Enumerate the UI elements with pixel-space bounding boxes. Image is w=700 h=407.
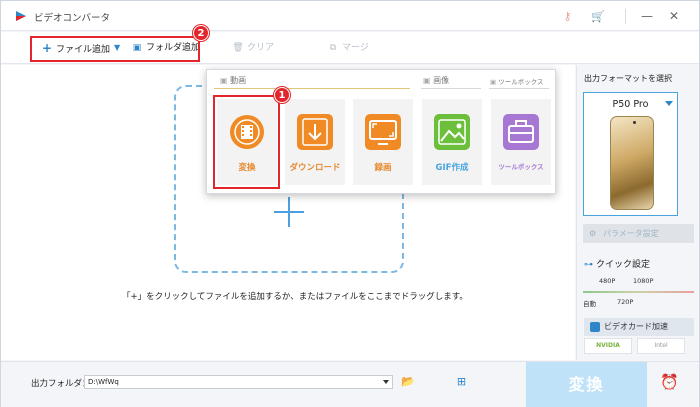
titlebar-separator <box>625 9 626 24</box>
app-window: ビデオコンバータ ⚷ 🛒 — ✕ + ファイル追加 ▼ ▣ フォルダ追加 🗑 クリア … <box>0 0 700 407</box>
screen-record-icon <box>365 114 401 150</box>
output-format-panel: 出力フォーマットを選択 P50 Pro ⚙ パラメータ設定 ⊶ クイック設定 480… <box>576 65 699 360</box>
section-video-line <box>214 88 410 89</box>
quick-settings-label: クイック設定 <box>596 260 651 270</box>
tile-gif[interactable]: GIF作成 <box>422 99 482 185</box>
section-video: ▣ 動画 <box>220 76 247 85</box>
tile-toolbox[interactable]: ツールボックス <box>491 99 551 185</box>
tile-toolbox-label: ツールボックス <box>498 163 544 171</box>
section-toolbox: ▣ ツールボックス <box>490 78 544 86</box>
title-bar: ビデオコンバータ ⚷ 🛒 — ✕ <box>1 1 699 31</box>
output-folder-label: 出力フォルダ： <box>31 379 91 389</box>
highlight-box-toolbar <box>30 36 200 62</box>
browse-folder-icon[interactable]: ⊞ <box>455 376 468 388</box>
convert-button[interactable]: 変換 <box>526 362 647 407</box>
output-folder-field[interactable]: D:\WfWq <box>84 375 393 389</box>
section-toolbox-label: ツールボックス <box>498 78 544 86</box>
quick-settings: ⊶ クイック設定 <box>584 257 650 270</box>
trash-icon: 🗑 <box>232 43 244 53</box>
window-title: ビデオコンバータ <box>34 13 111 24</box>
section-image: ▣ 画像 <box>423 76 450 85</box>
bottom-bar: 出力フォルダ： D:\WfWq 📂 ⊞ 変換 ⏰ <box>1 361 699 407</box>
tile-record-label: 録画 <box>374 163 392 173</box>
gpu-acceleration-label: ビデオカード加速 <box>604 322 668 331</box>
chevron-down-icon[interactable] <box>383 380 389 384</box>
download-icon <box>297 114 333 150</box>
add-plus-icon-vertical[interactable] <box>288 197 290 227</box>
app-logo-icon <box>16 11 26 21</box>
output-format-title: 出力フォーマットを選択 <box>584 74 672 83</box>
section-image-label: 画像 <box>433 76 450 85</box>
output-folder-path: D:\WfWq <box>88 378 119 386</box>
cart-icon[interactable]: 🛒 <box>591 10 605 23</box>
tile-download[interactable]: ダウンロード <box>285 99 345 185</box>
toolbox-icon <box>503 114 539 150</box>
nvidia-chip[interactable]: NVIDIA <box>584 338 632 354</box>
minimize-icon[interactable]: — <box>640 9 654 23</box>
section-toolbox-line <box>489 88 549 89</box>
gif-maker-icon <box>434 114 470 150</box>
quality-auto: 自動 <box>583 300 596 308</box>
open-folder-icon[interactable]: 📂 <box>401 376 415 388</box>
quality-1080p: 1080P <box>633 277 654 285</box>
section-video-label: 動画 <box>230 76 247 85</box>
drop-hint: 「+」をクリックしてファイルを追加するか、またはファイルをここまでドラッグします… <box>122 292 468 302</box>
clear-label: クリア <box>247 43 275 53</box>
device-selector[interactable]: P50 Pro <box>583 92 678 216</box>
gpu-acceleration: ビデオカード加速 <box>584 318 694 336</box>
phone-camera <box>633 121 636 124</box>
section-image-line <box>421 88 481 89</box>
intel-chip[interactable]: Intel <box>637 338 685 354</box>
highlight-box-convert <box>213 95 280 189</box>
gpu-icon <box>590 322 600 332</box>
merge-button[interactable]: ⧉ マージ <box>327 40 369 56</box>
alarm-clock-icon[interactable]: ⏰ <box>660 373 679 391</box>
parameter-settings-label: パラメータ設定 <box>603 229 659 238</box>
settings-icon: ⚙ <box>589 229 597 238</box>
step-badge-2: 2 <box>193 25 209 41</box>
quality-slider[interactable] <box>583 291 694 293</box>
tile-download-label: ダウンロード <box>289 163 341 173</box>
device-name: P50 Pro <box>612 99 649 110</box>
quality-720p: 720P <box>617 298 634 306</box>
phone-image <box>610 116 654 210</box>
tile-record[interactable]: 録画 <box>353 99 413 185</box>
clear-button[interactable]: 🗑 クリア <box>232 40 274 56</box>
step-badge-1: 1 <box>274 87 290 103</box>
quality-480p: 480P <box>599 277 616 285</box>
merge-icon: ⧉ <box>329 43 337 53</box>
chevron-down-icon[interactable] <box>665 101 673 106</box>
merge-label: マージ <box>342 43 369 53</box>
parameter-settings-button[interactable]: ⚙ パラメータ設定 <box>583 224 694 243</box>
key-icon[interactable]: ⚷ <box>561 10 574 23</box>
quick-settings-icon: ⊶ <box>584 260 593 270</box>
tile-gif-label: GIF作成 <box>435 163 469 173</box>
close-icon[interactable]: ✕ <box>667 9 681 23</box>
